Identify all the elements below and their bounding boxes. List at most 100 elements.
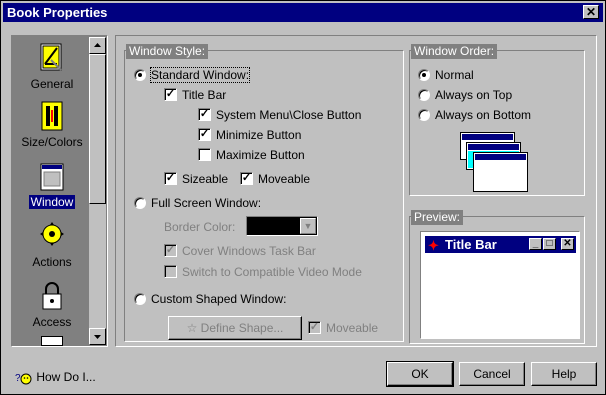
radio-indicator xyxy=(418,68,430,81)
window-order-illustration xyxy=(460,132,530,192)
help-button[interactable]: Help xyxy=(531,362,597,386)
radio-indicator xyxy=(134,292,146,305)
preview-title: Preview: xyxy=(411,210,464,225)
radio-label: Full Screen Window: xyxy=(151,196,262,210)
window-style-title: Window Style: xyxy=(126,44,209,59)
sidebar-scrollbar[interactable] xyxy=(89,37,106,345)
scroll-thumb[interactable] xyxy=(89,54,106,204)
radio-indicator xyxy=(418,108,430,121)
check-icon: ✓ xyxy=(164,244,177,258)
close-button[interactable]: ✕ xyxy=(583,5,599,19)
sidebar-item-actions[interactable]: Actions xyxy=(16,220,88,269)
sidebar-item-window[interactable]: Window xyxy=(16,160,88,209)
minimize-checkbox[interactable]: ✓ Minimize Button xyxy=(198,127,301,143)
window-order-title: Window Order: xyxy=(411,44,498,59)
checkbox-label: Maximize Button xyxy=(216,148,305,162)
custom-moveable-checkbox[interactable]: ✓ Moveable xyxy=(308,320,378,336)
window-icon xyxy=(39,160,65,192)
help-face-icon: ? xyxy=(15,371,33,385)
sidebar-item-label: Actions xyxy=(32,255,72,269)
checkbox-box xyxy=(164,265,177,279)
check-icon: ✓ xyxy=(198,128,211,142)
maximize-checkbox[interactable]: Maximize Button xyxy=(198,147,305,163)
checkbox-label: Switch to Compatible Video Mode xyxy=(182,265,362,279)
sidebar-item-size-colors[interactable]: Size/Colors xyxy=(16,100,88,149)
order-always-on-bottom-radio[interactable]: Always on Bottom xyxy=(418,107,531,123)
sidebar-item-label: Size/Colors xyxy=(21,135,83,149)
sidebar-item-label: Window xyxy=(28,195,76,209)
preview-window: ✦ Title Bar _ □ ✕ xyxy=(420,231,580,339)
border-color-label: Border Color: xyxy=(164,220,236,234)
radio-label: Custom Shaped Window: xyxy=(151,292,287,306)
sidebar-item-label: General xyxy=(30,77,74,91)
maximize-icon: □ xyxy=(543,238,556,250)
check-icon: ✓ xyxy=(198,108,211,122)
check-icon: ✓ xyxy=(240,172,253,186)
actions-icon xyxy=(39,220,65,252)
checkbox-label: Sizeable xyxy=(182,172,229,186)
sidebar-item-partial xyxy=(16,336,88,346)
dialog-title-bar: Book Properties ✕ xyxy=(3,3,603,22)
how-do-i-label: How Do I... xyxy=(36,370,96,384)
scroll-up-button[interactable] xyxy=(89,37,106,54)
preview-window-title: Title Bar xyxy=(445,237,497,252)
chevron-down-icon: ▼ xyxy=(300,218,316,234)
cover-taskbar-checkbox[interactable]: ✓ Cover Windows Task Bar xyxy=(164,243,316,259)
shape-icon: ☆ xyxy=(186,321,201,335)
ok-button[interactable]: OK xyxy=(386,361,454,387)
title-bar-checkbox[interactable]: ✓ Title Bar xyxy=(164,87,226,103)
sidebar-item-label: Access xyxy=(32,315,72,329)
check-icon: ✓ xyxy=(164,88,177,102)
radio-label: Standard Window: xyxy=(149,67,251,83)
general-icon xyxy=(39,42,65,74)
checkbox-label: System Menu\Close Button xyxy=(216,108,362,122)
radio-label: Always on Bottom xyxy=(435,108,532,122)
radio-indicator xyxy=(134,196,146,209)
compatible-video-checkbox[interactable]: Switch to Compatible Video Mode xyxy=(164,264,362,280)
checkbox-label: Moveable xyxy=(326,321,379,335)
order-always-on-top-radio[interactable]: Always on Top xyxy=(418,87,512,103)
define-shape-button[interactable]: ☆ Define Shape... xyxy=(168,316,302,340)
arrow-down-icon xyxy=(94,335,101,339)
cancel-button[interactable]: Cancel xyxy=(459,362,525,386)
button-label: Define Shape... xyxy=(200,321,284,335)
dialog-title: Book Properties xyxy=(7,5,108,20)
button-label: Cancel xyxy=(473,367,511,381)
standard-window-radio[interactable]: Standard Window: xyxy=(134,67,251,83)
checkbox-label: Title Bar xyxy=(182,88,227,102)
checkbox-label: Minimize Button xyxy=(216,128,302,142)
close-icon: ✕ xyxy=(561,238,574,250)
radio-indicator xyxy=(418,88,430,101)
svg-text:?: ? xyxy=(15,373,21,384)
how-do-i-link[interactable]: ? How Do I... xyxy=(15,369,96,385)
check-icon: ✓ xyxy=(308,321,321,335)
system-menu-checkbox[interactable]: ✓ System Menu\Close Button xyxy=(198,107,361,123)
app-icon: ✦ xyxy=(428,238,439,253)
settings-panel: Window Style: Standard Window: ✓ Title Ba… xyxy=(115,35,597,347)
border-color-dropdown[interactable]: ▼ xyxy=(246,216,318,236)
arrow-up-icon xyxy=(94,43,101,47)
preview-title-bar: ✦ Title Bar _ □ ✕ xyxy=(425,236,576,253)
lock-icon xyxy=(39,280,65,312)
minimize-icon: _ xyxy=(529,238,542,250)
button-label: Help xyxy=(551,367,577,381)
moveable-checkbox[interactable]: ✓ Moveable xyxy=(240,171,310,187)
checkbox-label: Moveable xyxy=(258,172,311,186)
close-icon: ✕ xyxy=(585,5,597,19)
checkbox-box xyxy=(198,148,211,162)
book-properties-dialog: Book Properties ✕ General Size/Colors Wi… xyxy=(0,0,606,395)
check-icon: ✓ xyxy=(164,172,177,186)
radio-indicator xyxy=(134,68,146,81)
sidebar-item-access[interactable]: Access xyxy=(16,280,88,329)
radio-label: Normal xyxy=(435,68,474,82)
custom-shaped-radio[interactable]: Custom Shaped Window: xyxy=(134,291,286,307)
button-label: OK xyxy=(411,367,429,381)
radio-label: Always on Top xyxy=(435,88,513,102)
size-colors-icon xyxy=(39,100,65,132)
sizeable-checkbox[interactable]: ✓ Sizeable xyxy=(164,171,228,187)
full-screen-radio[interactable]: Full Screen Window: xyxy=(134,195,261,211)
scroll-down-button[interactable] xyxy=(89,328,106,345)
order-normal-radio[interactable]: Normal xyxy=(418,67,474,83)
sidebar-item-general[interactable]: General xyxy=(16,42,88,91)
checkbox-label: Cover Windows Task Bar xyxy=(182,244,316,258)
